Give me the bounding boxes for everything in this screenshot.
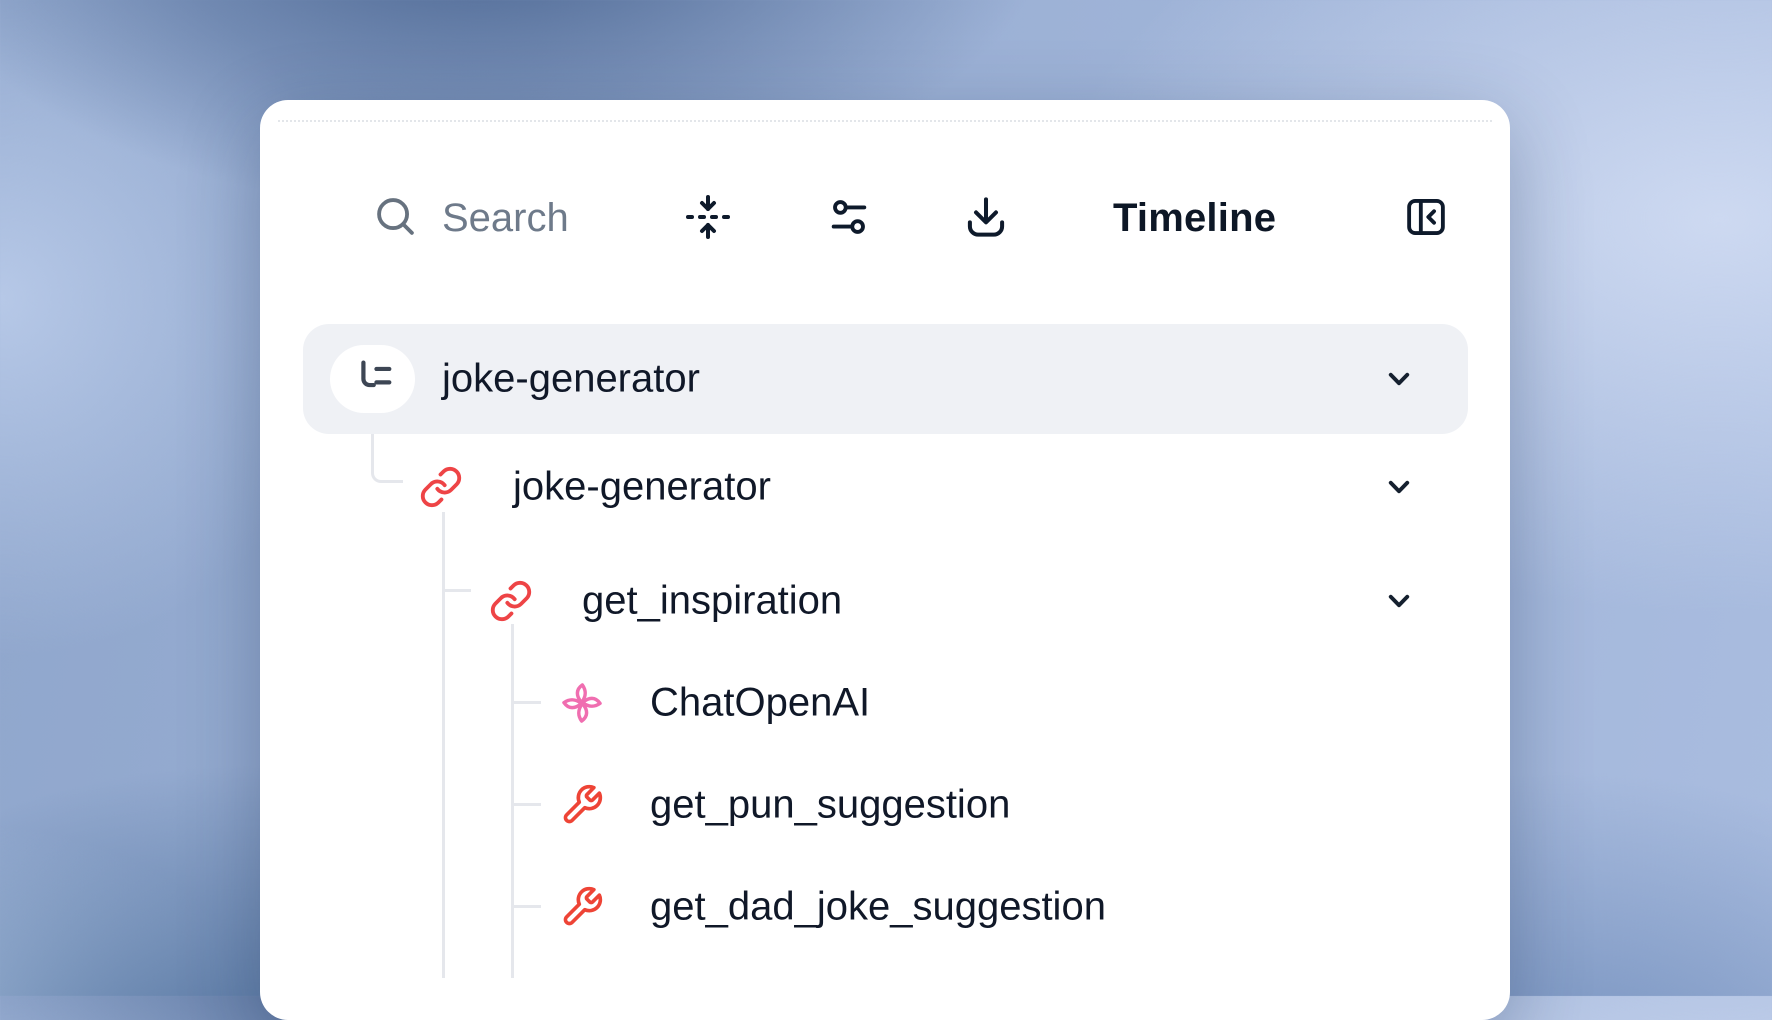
tree-row-chatopenai[interactable]: ChatOpenAI — [303, 648, 1468, 758]
tree-row-joke-generator-root[interactable]: joke-generator — [303, 324, 1468, 434]
chain-link-icon — [489, 579, 533, 623]
chevron-down-icon[interactable] — [1381, 469, 1417, 510]
chevron-down-icon[interactable] — [1381, 361, 1417, 402]
filter-sliders-button[interactable] — [826, 195, 872, 241]
tree-row-label: get_inspiration — [582, 579, 842, 624]
timeline-title: Timeline — [1113, 192, 1276, 244]
root-badge — [330, 345, 415, 413]
tree-row-get-dad-joke-suggestion[interactable]: get_dad_joke_suggestion — [303, 852, 1468, 962]
tree-row-label: get_pun_suggestion — [650, 783, 1010, 828]
tool-wrench-icon — [560, 885, 604, 929]
filter-sliders-icon — [826, 194, 872, 243]
trace-tree-panel: Search Timeline — [260, 100, 1510, 1020]
tree-row-label: joke-generator — [513, 465, 771, 510]
llm-pinwheel-icon — [560, 681, 604, 725]
search-input[interactable]: Search — [372, 195, 569, 241]
fold-vertical-icon — [684, 193, 732, 244]
fold-vertical-button[interactable] — [684, 194, 732, 242]
collapse-panel-button[interactable] — [1403, 195, 1449, 241]
download-button[interactable] — [963, 195, 1009, 241]
tree-row-get-pun-suggestion[interactable]: get_pun_suggestion — [303, 750, 1468, 860]
chain-link-icon — [419, 465, 463, 509]
download-icon — [963, 194, 1009, 243]
search-placeholder: Search — [442, 195, 569, 241]
panel-top-divider — [278, 120, 1492, 122]
collapse-panel-left-icon — [1403, 194, 1449, 243]
tree-row-get-inspiration[interactable]: get_inspiration — [303, 546, 1468, 656]
tree-row-label: get_dad_joke_suggestion — [650, 885, 1106, 930]
chevron-down-icon[interactable] — [1381, 583, 1417, 624]
tree-row-label: ChatOpenAI — [650, 681, 870, 726]
tool-wrench-icon — [560, 783, 604, 827]
tree-row-label: joke-generator — [442, 357, 700, 402]
tree-row-joke-generator-chain[interactable]: joke-generator — [303, 432, 1468, 542]
tree-structure-icon — [350, 354, 396, 405]
search-icon — [372, 193, 418, 244]
